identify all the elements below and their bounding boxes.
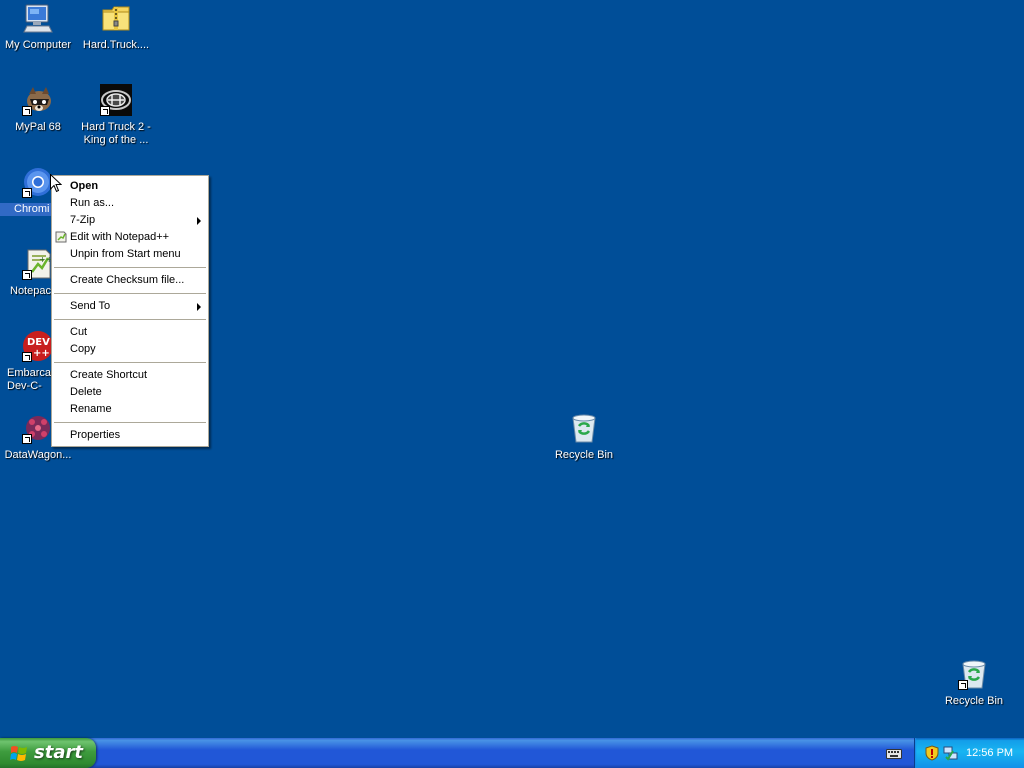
desktop-icon-label: My Computer xyxy=(4,39,72,51)
desktop-icon-label: Hard.Truck.... xyxy=(82,39,150,51)
menu-item-label: Open xyxy=(70,180,99,192)
menu-item-label: Create Checksum file... xyxy=(70,274,185,286)
menu-item-label: Delete xyxy=(70,386,102,398)
menu-item-label: Copy xyxy=(70,343,96,355)
desktop-icon-label: Hard Truck 2 - King of the ... xyxy=(81,121,151,146)
context-menu: Open Run as... 7-Zip Edit with Notepad++… xyxy=(51,175,209,447)
shortcut-arrow-icon xyxy=(22,352,32,362)
desktop-icon-label: Recycle Bin xyxy=(944,695,1004,707)
menu-item-properties[interactable]: Properties xyxy=(52,427,208,444)
shortcut-arrow-icon xyxy=(958,680,968,690)
menu-item-label: Properties xyxy=(70,429,121,441)
menu-item-rename[interactable]: Rename xyxy=(52,401,208,418)
menu-item-create-checksum-file[interactable]: Create Checksum file... xyxy=(52,272,208,289)
menu-item-label: Create Shortcut xyxy=(70,369,148,381)
submenu-arrow-icon xyxy=(197,303,201,311)
submenu-arrow-icon xyxy=(197,217,201,225)
menu-separator xyxy=(54,319,206,320)
menu-separator xyxy=(54,267,206,268)
menu-item-create-shortcut[interactable]: Create Shortcut xyxy=(52,367,208,384)
mypal-raccoon-icon xyxy=(22,84,54,116)
svg-text:++: ++ xyxy=(33,348,50,359)
menu-item-label: Rename xyxy=(70,403,112,415)
dev-cpp-icon: DEV ++ xyxy=(22,330,54,362)
menu-item-label: Unpin from Start menu xyxy=(70,248,181,260)
clock[interactable]: 12:56 PM xyxy=(966,738,1013,768)
datawagon-icon xyxy=(22,412,54,444)
menu-item-run-as[interactable]: Run as... xyxy=(52,195,208,212)
my-computer-icon xyxy=(22,2,54,34)
menu-item-label: Run as... xyxy=(70,197,115,209)
desktop-icon-recycle-bin-shortcut[interactable]: Recycle Bin xyxy=(936,658,1012,708)
menu-item-label: Edit with Notepad++ xyxy=(70,231,170,243)
network-icon[interactable] xyxy=(943,745,959,761)
chromium-icon xyxy=(22,166,54,198)
system-tray: 12:56 PM xyxy=(914,738,1024,768)
menu-item-delete[interactable]: Delete xyxy=(52,384,208,401)
menu-item-label: 7-Zip xyxy=(70,214,96,226)
shortcut-arrow-icon xyxy=(22,106,32,116)
menu-item-open[interactable]: Open xyxy=(52,178,208,195)
svg-text:DEV: DEV xyxy=(27,337,50,348)
recycle-bin-icon xyxy=(568,412,600,444)
hard-truck-game-icon xyxy=(100,84,132,116)
windows-logo-icon xyxy=(10,745,28,762)
desktop-icon-mypal[interactable]: MyPal 68 xyxy=(0,84,76,134)
menu-separator xyxy=(54,422,206,423)
desktop-icon-label: MyPal 68 xyxy=(15,121,61,133)
notepad-plus-plus-icon: ++ xyxy=(22,248,54,280)
start-label: start xyxy=(34,742,83,763)
desktop-icon-hard-truck-2[interactable]: Hard Truck 2 - King of the ... xyxy=(78,84,154,147)
desktop-icon-label: DataWagon... xyxy=(4,449,72,461)
desktop-icon-label: Recycle Bin xyxy=(554,449,614,461)
menu-item-copy[interactable]: Copy xyxy=(52,341,208,358)
menu-item-label: Send To xyxy=(70,300,111,312)
menu-item-send-to[interactable]: Send To xyxy=(52,298,208,315)
notepad-plus-plus-icon xyxy=(55,231,67,243)
shortcut-arrow-icon xyxy=(22,434,32,444)
security-shield-icon[interactable] xyxy=(924,745,940,761)
menu-item-label: Cut xyxy=(70,326,88,338)
desktop-icon-hard-truck-zip[interactable]: Hard.Truck.... xyxy=(78,2,154,52)
menu-separator xyxy=(54,293,206,294)
taskbar: start 12:56 PM xyxy=(0,738,1024,768)
shortcut-arrow-icon xyxy=(100,106,110,116)
start-button[interactable]: start xyxy=(0,738,96,768)
menu-item-unpin-from-start-menu[interactable]: Unpin from Start menu xyxy=(52,246,208,263)
menu-item-7zip[interactable]: 7-Zip xyxy=(52,212,208,229)
menu-item-edit-with-notepad-plus-plus[interactable]: Edit with Notepad++ xyxy=(52,229,208,246)
shortcut-arrow-icon xyxy=(22,270,32,280)
menu-separator xyxy=(54,362,206,363)
desktop-icon-recycle-bin[interactable]: Recycle Bin xyxy=(546,412,622,462)
shortcut-arrow-icon xyxy=(22,188,32,198)
menu-item-cut[interactable]: Cut xyxy=(52,324,208,341)
keyboard-icon[interactable] xyxy=(886,746,902,760)
zip-folder-icon xyxy=(100,2,132,34)
recycle-bin-icon xyxy=(958,658,990,690)
desktop-icon-my-computer[interactable]: My Computer xyxy=(0,2,76,52)
